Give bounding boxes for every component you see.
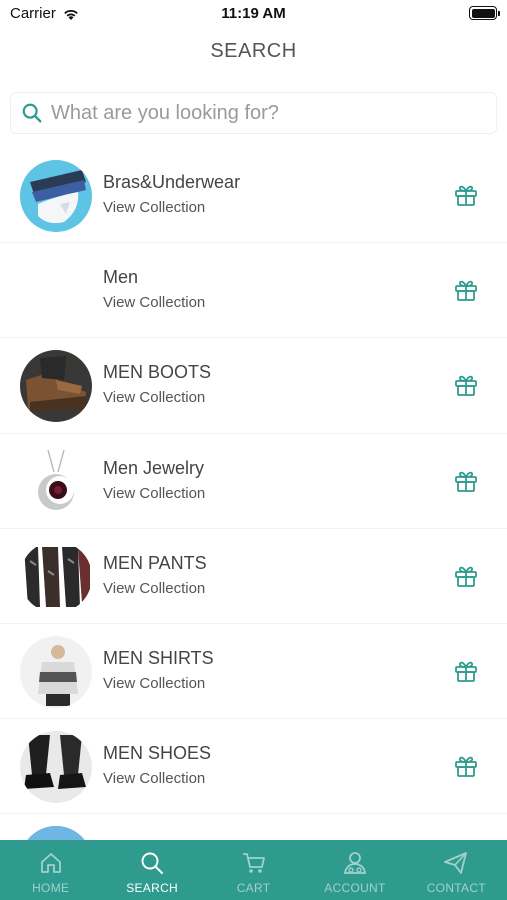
collection-title: Men [103,267,139,288]
collection-title: MEN SHIRTS [103,647,214,668]
list-item[interactable] [0,814,507,840]
gift-icon[interactable] [453,468,479,494]
collection-thumbnail [20,540,92,613]
view-collection-link[interactable]: View Collection [103,770,205,787]
collection-thumbnail [20,635,92,708]
tab-label: CART [236,881,271,895]
tab-label: SEARCH [126,881,179,895]
list-item[interactable]: Men Jewelry View Collection [0,434,507,529]
list-item[interactable]: Bras&Underwear View Collection [0,148,507,244]
tab-bar: HOME SEARCH CART ACCOUNT CONTACT [0,840,507,900]
tab-label: CONTACT [426,881,486,895]
list-item[interactable]: MEN SHIRTS View Collection [0,624,507,720]
view-collection-link[interactable]: View Collection [103,199,205,216]
collection-thumbnail [20,826,92,840]
send-icon [444,852,468,874]
view-collection-link[interactable]: View Collection [103,389,205,406]
tab-cart[interactable]: CART [203,840,304,900]
home-icon [40,853,61,873]
list-item[interactable]: MEN PANTS View Collection [0,529,507,624]
account-icon [343,852,366,874]
collection-thumbnail [20,445,92,518]
tab-search[interactable]: SEARCH [101,840,202,900]
page-title: SEARCH [210,40,297,62]
view-collection-link[interactable]: View Collection [103,485,205,502]
collection-thumbnail [20,731,92,804]
status-bar: Carrier 11:19 AM [0,0,507,30]
gift-icon[interactable] [453,372,479,398]
search-bar[interactable] [10,92,497,134]
list-item[interactable]: Men View Collection [0,243,507,339]
view-collection-link[interactable]: View Collection [103,294,205,311]
gift-icon[interactable] [453,563,479,589]
view-collection-link[interactable]: View Collection [103,675,205,692]
search-icon [141,852,164,874]
collection-list: Bras&Underwear View Collection Men View … [0,148,507,840]
tab-home[interactable]: HOME [0,840,101,900]
tab-label: ACCOUNT [324,881,386,895]
status-time: 11:19 AM [221,5,286,22]
battery-icon [469,6,500,20]
collection-title: Men Jewelry [103,457,205,478]
view-collection-link[interactable]: View Collection [103,580,205,597]
tab-contact[interactable]: CONTACT [406,840,507,900]
search-icon [22,103,42,123]
tab-account[interactable]: ACCOUNT [304,840,405,900]
collection-title: Bras&Underwear [103,172,241,192]
collection-thumbnail [20,160,92,232]
collection-title: MEN PANTS [103,552,207,573]
collection-title: MEN BOOTS [103,362,212,383]
collection-title: MEN SHOES [103,743,212,764]
list-item[interactable]: MEN BOOTS View Collection [0,338,507,434]
search-input[interactable] [51,101,471,125]
gift-icon[interactable] [453,182,479,208]
gift-icon[interactable] [453,658,479,684]
tab-label: HOME [32,881,70,895]
collection-thumbnail [20,350,92,423]
gift-icon[interactable] [453,753,479,779]
cart-icon [242,853,265,873]
gift-icon[interactable] [453,277,479,303]
list-item[interactable]: MEN SHOES View Collection [0,719,507,815]
